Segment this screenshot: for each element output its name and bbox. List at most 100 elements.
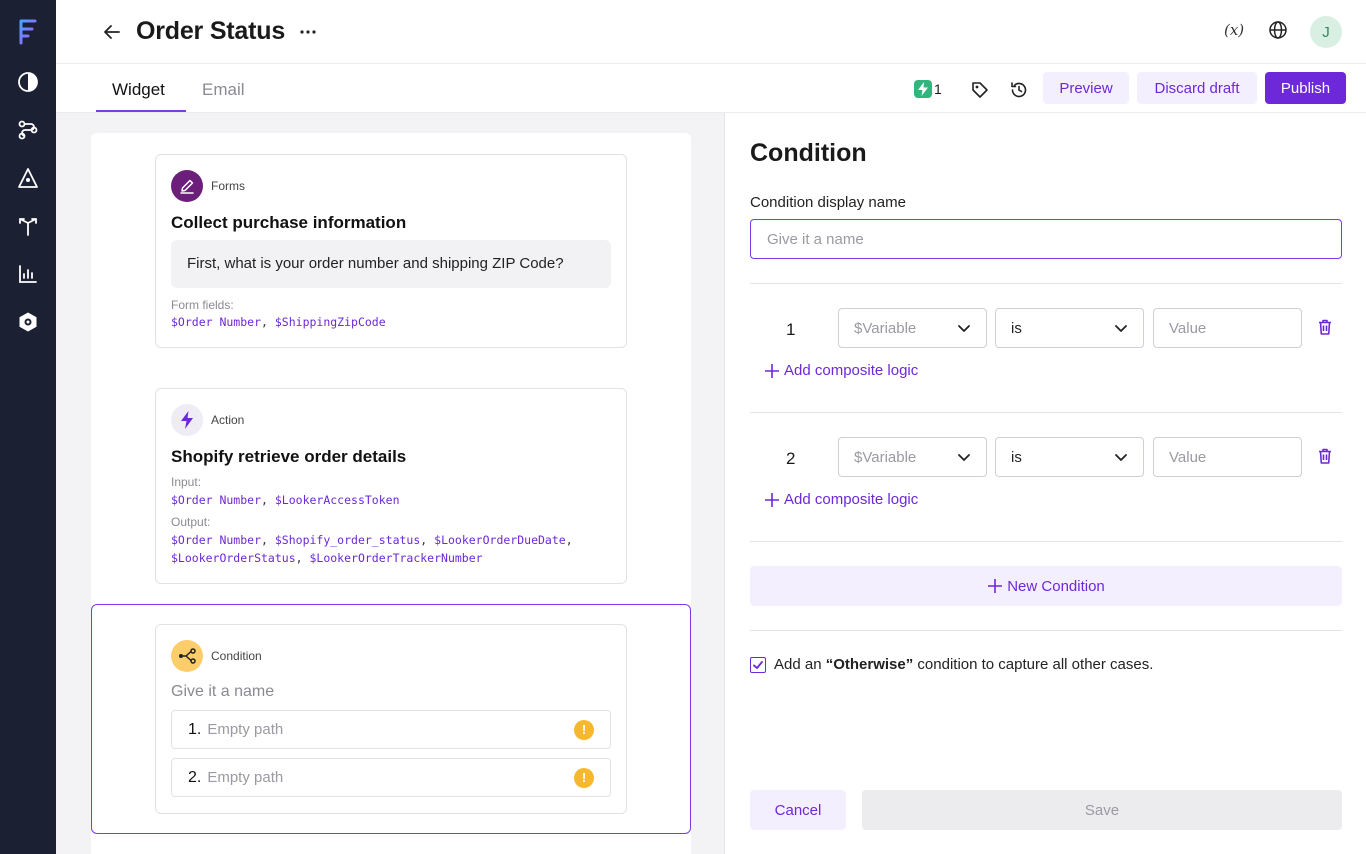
page-title: Order Status — [136, 17, 286, 45]
routing-icon[interactable] — [16, 214, 40, 238]
path-number: 1. — [188, 720, 202, 738]
path-label: Empty path — [207, 721, 284, 738]
plus-icon — [988, 579, 1003, 593]
flow-panel: Forms Collect purchase information First… — [91, 133, 691, 854]
action-output-label: Output: — [171, 515, 211, 529]
action-outputs-list-2: $LookerOrderStatus, $LookerOrderTrackerN… — [171, 551, 483, 565]
path-label: Empty path — [207, 769, 284, 786]
preview-button[interactable]: Preview — [1043, 72, 1129, 104]
top-header: Order Status (x) J — [56, 0, 1366, 64]
otherwise-option: Add an “Otherwise” condition to capture … — [750, 656, 1153, 673]
add-composite-logic-label: Add composite logic — [784, 491, 919, 508]
forms-step-card[interactable]: Forms Collect purchase information First… — [155, 154, 627, 348]
add-composite-logic-button[interactable]: Add composite logic — [764, 362, 918, 379]
sidebar — [0, 0, 56, 854]
variable-chip: $LookerOrderTrackerNumber — [309, 551, 483, 565]
save-button[interactable]: Save — [862, 790, 1342, 830]
publish-button[interactable]: Publish — [1265, 72, 1346, 104]
chevron-down-icon — [958, 325, 970, 332]
variable-chip: $Order Number — [171, 493, 262, 507]
ai-agent-icon[interactable] — [16, 166, 40, 190]
variable-chip: $LookerOrderDueDate — [434, 533, 566, 547]
action-card-header: Action — [171, 404, 244, 436]
variable-select[interactable]: $Variable — [838, 437, 987, 477]
variable-chip: $ShippingZipCode — [274, 315, 386, 329]
condition-number: 1 — [786, 320, 796, 339]
chevron-down-icon — [1115, 325, 1127, 332]
analytics-icon[interactable] — [16, 262, 40, 286]
condition-number: 2 — [786, 449, 796, 468]
otherwise-prefix: Add an — [774, 656, 826, 673]
pencil-icon — [171, 170, 203, 202]
otherwise-keyword: “Otherwise” — [825, 656, 914, 673]
condition-path-row[interactable]: 1. Empty path ! — [171, 710, 611, 749]
tab-email[interactable]: Email — [202, 80, 245, 100]
forms-card-title: Collect purchase information — [171, 213, 407, 232]
cancel-button[interactable]: Cancel — [750, 790, 846, 830]
operator-select-value: is — [1011, 319, 1022, 337]
new-condition-label: New Condition — [1007, 577, 1105, 595]
variables-button[interactable]: (x) — [1224, 21, 1244, 39]
otherwise-checkbox[interactable] — [750, 656, 766, 673]
warning-icon: ! — [574, 719, 594, 740]
otherwise-suffix: condition to capture all other cases. — [913, 656, 1154, 673]
warning-icon: ! — [574, 767, 594, 788]
plus-icon — [765, 363, 779, 378]
globe-icon[interactable] — [1268, 20, 1292, 44]
action-type-label: Action — [211, 413, 245, 427]
tab-widget[interactable]: Widget — [112, 80, 165, 100]
form-fields-label: Form fields: — [171, 298, 234, 312]
add-composite-logic-button[interactable]: Add composite logic — [764, 491, 918, 508]
operator-select[interactable]: is — [995, 308, 1144, 348]
panel-title: Condition — [750, 139, 867, 167]
condition-path-row[interactable]: 2. Empty path ! — [171, 758, 611, 797]
tag-icon[interactable] — [970, 80, 990, 100]
brand-logo-icon[interactable] — [16, 18, 40, 46]
action-step-card[interactable]: Action Shopify retrieve order details In… — [155, 388, 627, 584]
history-icon[interactable] — [1009, 80, 1029, 100]
actions-badge[interactable]: 1 — [914, 80, 942, 98]
variable-chip: $LookerOrderStatus — [171, 551, 296, 565]
condition-card-header: Condition — [171, 640, 262, 672]
divider — [750, 630, 1342, 631]
plus-icon — [765, 492, 779, 507]
variable-select-value: $Variable — [854, 448, 917, 466]
variable-chip: $LookerAccessToken — [274, 493, 400, 507]
display-name-input[interactable] — [750, 219, 1342, 259]
bolt-icon — [171, 404, 203, 436]
otherwise-label: Add an “Otherwise” condition to capture … — [774, 656, 1153, 673]
new-condition-button[interactable]: New Condition — [750, 566, 1342, 606]
back-arrow-icon[interactable] — [100, 20, 124, 44]
action-input-label: Input: — [171, 475, 202, 489]
variable-select[interactable]: $Variable — [838, 308, 987, 348]
action-inputs-list: $Order Number, $LookerAccessToken — [171, 493, 400, 507]
operator-select[interactable]: is — [995, 437, 1144, 477]
action-card-title: Shopify retrieve order details — [171, 447, 407, 466]
actions-count: 1 — [934, 81, 942, 97]
bolt-icon — [914, 80, 932, 98]
tab-bar: Widget Email 1 Preview Discard draft Pub… — [56, 64, 1366, 113]
value-input[interactable] — [1153, 308, 1302, 348]
delete-condition-icon[interactable] — [1316, 318, 1336, 338]
condition-type-label: Condition — [211, 649, 262, 663]
divider — [750, 541, 1342, 542]
settings-icon[interactable] — [16, 310, 40, 334]
delete-condition-icon[interactable] — [1316, 447, 1336, 467]
variable-chip: $Shopify_order_status — [274, 533, 421, 547]
more-options-icon[interactable] — [296, 20, 320, 44]
avatar[interactable]: J — [1310, 16, 1342, 48]
halfmoon-icon[interactable] — [16, 70, 40, 94]
forms-card-header: Forms — [171, 170, 245, 202]
condition-step-card[interactable]: Condition Give it a name 1. Empty path !… — [155, 624, 627, 814]
flows-icon[interactable] — [16, 118, 40, 142]
divider — [750, 283, 1342, 284]
discard-draft-button[interactable]: Discard draft — [1137, 72, 1257, 104]
condition-name-placeholder: Give it a name — [171, 683, 275, 700]
add-composite-logic-label: Add composite logic — [784, 362, 919, 379]
variable-chip: $Order Number — [171, 533, 262, 547]
chevron-down-icon — [1115, 454, 1127, 461]
path-number: 2. — [188, 768, 202, 786]
value-input[interactable] — [1153, 437, 1302, 477]
variable-chip: $Order Number — [171, 315, 262, 329]
chevron-down-icon — [958, 454, 970, 461]
